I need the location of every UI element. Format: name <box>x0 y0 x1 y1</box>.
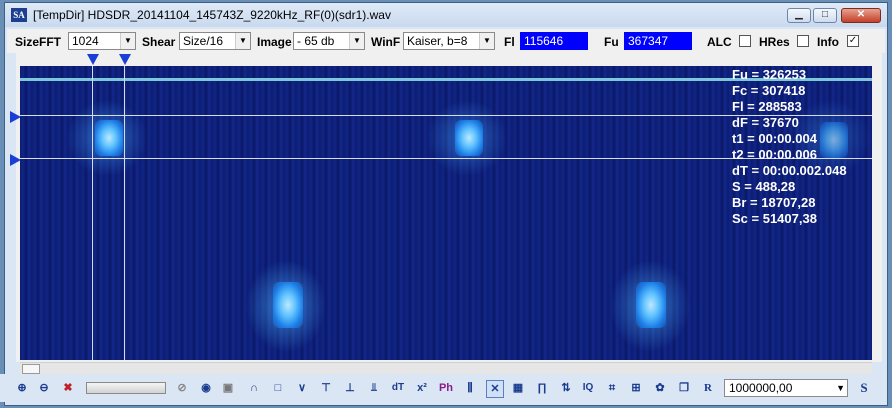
info-line: Fl = 288583 <box>732 99 802 114</box>
image-select[interactable]: - 65 db ▼ <box>293 32 365 50</box>
signal-burst <box>636 282 666 328</box>
winf-value: Kaiser, b=8 <box>407 34 468 48</box>
info-overlay: Fu = 326253 Fc = 307418 Fl = 288583 dF =… <box>732 67 847 227</box>
minimize-icon: ▁ <box>795 9 803 20</box>
signal-burst <box>455 120 483 156</box>
settings-gear-icon[interactable]: ✿ <box>652 380 668 396</box>
sizefft-label: SizeFFT <box>15 35 62 49</box>
speaker-icon[interactable]: ◉ <box>198 380 214 396</box>
rectangle-icon[interactable]: □ <box>270 380 286 396</box>
info-label: Info <box>817 35 839 49</box>
info-line: dT = 00:00.002.048 <box>732 163 847 178</box>
sizefft-select[interactable]: 1024 ▼ <box>68 32 136 50</box>
fu-label: Fu <box>604 35 619 49</box>
spectrogram-display[interactable]: Fu = 326253 Fc = 307418 Fl = 288583 dF =… <box>20 66 872 360</box>
minimize-button[interactable]: ▁ <box>787 8 811 23</box>
info-line: S = 488,28 <box>732 179 796 194</box>
cursor-marker-top-2[interactable] <box>119 54 131 65</box>
double-peak-icon[interactable]: ⫫ <box>366 380 382 396</box>
info-checkbox[interactable]: ✓ <box>847 35 859 47</box>
app-icon: SA <box>11 8 27 22</box>
image-value: - 65 db <box>297 34 335 48</box>
peak-down-icon[interactable]: ⊥ <box>342 380 358 396</box>
shear-value: Size/16 <box>183 34 224 48</box>
hres-checkbox[interactable] <box>797 35 809 47</box>
position-slider[interactable] <box>86 382 166 394</box>
cancel-icon[interactable]: ✖ <box>60 380 76 396</box>
freq-cursor-line-1[interactable] <box>92 66 93 360</box>
info-line: dF = 37670 <box>732 115 799 130</box>
info-line: Sc = 51407,38 <box>732 211 817 226</box>
maximize-button[interactable]: □ <box>813 8 837 23</box>
ph-icon[interactable]: Ph <box>438 380 454 396</box>
stop-icon[interactable]: ▣ <box>220 380 236 396</box>
alc-checkbox[interactable] <box>739 35 751 47</box>
settings-toolbar: SizeFFT 1024 ▼ Shear Size/16 ▼ Image - 6… <box>7 29 885 53</box>
network-icon[interactable]: ⌗ <box>604 380 620 396</box>
info-line: Br = 18707,28 <box>732 195 816 210</box>
signal-burst <box>95 120 123 156</box>
close-icon: ✕ <box>856 9 866 20</box>
grid-icon[interactable]: ▦ <box>510 380 526 396</box>
fl-label: Fl <box>504 35 515 49</box>
info-line: t2 = 00:00.006 <box>732 147 817 162</box>
shear-label: Shear <box>142 35 176 49</box>
zoom-in-icon[interactable]: ⊕ <box>14 380 30 396</box>
fu-readout[interactable]: 367347 <box>624 32 692 50</box>
r-button[interactable]: R <box>700 380 716 396</box>
hres-label: HRes <box>759 35 790 49</box>
image-label: Image <box>257 35 292 49</box>
maximize-icon: □ <box>821 9 829 20</box>
shear-select[interactable]: Size/16 ▼ <box>179 32 251 50</box>
window-title: [TempDir] HDSDR_20141104_145743Z_9220kHz… <box>33 8 391 22</box>
info-line: Fc = 307418 <box>732 83 806 98</box>
scroll-thumb[interactable] <box>22 364 40 374</box>
disabled-circle-icon[interactable]: ⊘ <box>174 380 190 396</box>
cross-cursor-icon[interactable]: ✕ <box>486 380 504 398</box>
winf-label: WinF <box>371 35 401 49</box>
chevron-down-icon: ▼ <box>349 33 364 49</box>
bottom-toolbar: ⊕ ⊖ ✖ ⊘ ◉ ▣ ∩ □ ∨ ⊤ ⊥ ⫫ dT x² Ph ⫼ ✕ ▦ ∏… <box>0 374 882 402</box>
chevron-down-icon: ▼ <box>836 383 845 393</box>
fl-readout[interactable]: 115646 <box>520 32 588 50</box>
arch-icon[interactable]: ∩ <box>246 380 262 396</box>
horizontal-scrollbar[interactable] <box>20 362 872 374</box>
title-bar[interactable]: SA [TempDir] HDSDR_20141104_145743Z_9220… <box>5 3 887 27</box>
check-icon: ✓ <box>848 35 858 46</box>
comb-icon[interactable]: ⫼ <box>462 380 478 396</box>
close-button[interactable]: ✕ <box>841 8 881 23</box>
chevron-down-icon: ▼ <box>120 33 135 49</box>
alc-label: ALC <box>707 35 732 49</box>
dt-button[interactable]: dT <box>390 380 406 396</box>
cursor-marker-top-1[interactable] <box>87 54 99 65</box>
s-button[interactable]: S <box>856 380 872 396</box>
bars-icon[interactable]: ∏ <box>534 380 550 396</box>
chevron-down-icon: ▼ <box>235 33 250 49</box>
zoom-out-icon[interactable]: ⊖ <box>36 380 52 396</box>
rate-value: 1000000,00 <box>729 381 793 395</box>
iq-button[interactable]: IQ <box>580 380 596 396</box>
sizefft-value: 1024 <box>72 34 99 48</box>
copy-icon[interactable]: ❐ <box>676 380 692 396</box>
sort-icon[interactable]: ⇅ <box>558 380 574 396</box>
info-line: t1 = 00:00.004 <box>732 131 817 146</box>
rate-combo[interactable]: 1000000,00 ▼ <box>724 379 848 397</box>
peak-marker-icon[interactable]: ⊤ <box>318 380 334 396</box>
pattern-icon[interactable]: ⊞ <box>628 380 644 396</box>
info-line: Fu = 326253 <box>732 67 807 82</box>
valley-icon[interactable]: ∨ <box>294 380 310 396</box>
x-squared-icon[interactable]: x² <box>414 380 430 396</box>
signal-burst <box>273 282 303 328</box>
freq-cursor-line-2[interactable] <box>124 66 125 360</box>
winf-select[interactable]: Kaiser, b=8 ▼ <box>403 32 495 50</box>
chevron-down-icon: ▼ <box>479 33 494 49</box>
